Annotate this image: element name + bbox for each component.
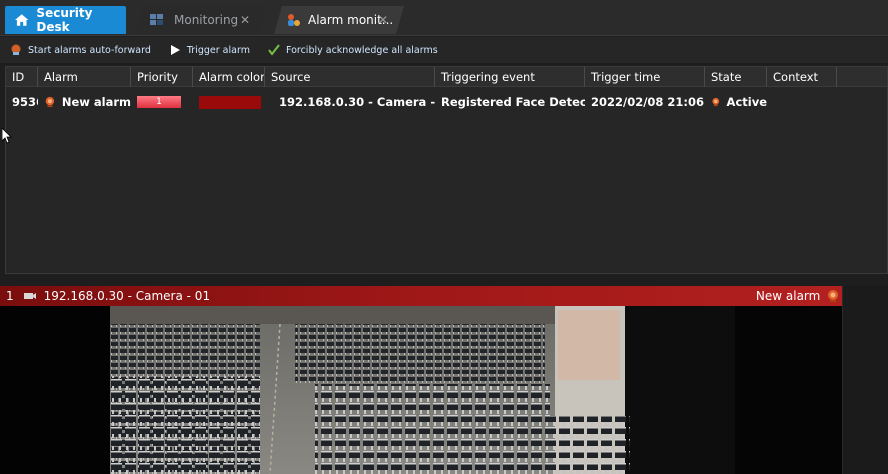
start-auto-forward-button[interactable]: Start alarms auto-forward [10, 44, 151, 56]
trigger-time: 2022/02/08 21:06:50 [591, 95, 705, 109]
video-side-panel [842, 286, 888, 474]
tab-security-desk[interactable]: Security Desk [5, 6, 126, 34]
column-header-context[interactable]: Context [767, 67, 837, 87]
video-letterbox-right [735, 306, 842, 474]
column-header-trigger-time[interactable]: Trigger time [585, 67, 705, 87]
video-letterbox-left [0, 306, 110, 474]
trigger-alarm-button[interactable]: Trigger alarm [169, 44, 250, 56]
priority-indicator: 1 [137, 96, 181, 108]
tile-alarm-name: New alarm [755, 289, 821, 303]
close-icon[interactable]: ✕ [240, 13, 250, 27]
checkmark-icon [268, 44, 280, 56]
acknowledge-all-label: Forcibly acknowledge all alarms [285, 44, 438, 56]
alarm-id: 9536 [12, 95, 38, 109]
tab-monitoring[interactable]: Monitoring ✕ [136, 6, 266, 34]
alarm-color-swatch [199, 95, 261, 109]
alarm-table: ID Alarm Priority Alarm color Source Tri… [5, 66, 888, 274]
video-tile-header: 1 192.168.0.30 - Camera - 01 New alarm 2 [0, 286, 888, 306]
tab-alarm-monitoring[interactable]: Alarm monit... ✕ [274, 6, 404, 34]
alarm-icon [45, 96, 55, 108]
alarm-toolbar: Start alarms auto-forward Trigger alarm … [0, 37, 888, 63]
home-icon [15, 14, 29, 26]
column-header-id[interactable]: ID [6, 67, 38, 87]
alarm-name-cell: New alarm [38, 95, 131, 109]
column-header-alarm[interactable]: Alarm [38, 67, 131, 87]
tile-camera-label: 1 192.168.0.30 - Camera - 01 [6, 289, 210, 303]
column-header-source[interactable]: Source [265, 67, 435, 87]
triggering-event: Registered Face Detection [441, 95, 585, 109]
alarm-name: New alarm [61, 95, 131, 109]
acknowledge-all-button[interactable]: Forcibly acknowledge all alarms [268, 44, 438, 56]
camera-feed[interactable] [110, 306, 735, 474]
auto-forward-icon [11, 44, 21, 55]
source-cell: 192.168.0.30 - Camera - 01 [265, 95, 435, 109]
tile-number: 1 [6, 289, 14, 303]
tab-label: Monitoring [174, 13, 239, 27]
source-label: 192.168.0.30 - Camera - 01 [279, 95, 435, 109]
alarm-icon [828, 290, 839, 302]
play-icon [170, 45, 180, 55]
tab-bar: Security Desk Monitoring ✕ Alarm monit..… [0, 0, 888, 36]
alarm-monitoring-icon [286, 13, 300, 27]
tab-label: Security Desk [36, 6, 93, 34]
table-header: ID Alarm Priority Alarm color Source Tri… [6, 67, 887, 87]
video-tile[interactable]: 1 192.168.0.30 - Camera - 01 New alarm 2 [0, 286, 888, 474]
state-cell: Active [705, 95, 767, 109]
monitoring-icon [150, 13, 164, 27]
camera-feed-image [110, 306, 735, 474]
mouse-cursor [2, 128, 12, 144]
state-label: Active [726, 95, 767, 109]
alarm-color-cell [193, 95, 265, 109]
close-icon[interactable]: ✕ [378, 13, 388, 27]
camera-icon [23, 293, 36, 299]
active-alarm-icon [712, 97, 720, 107]
column-header-triggering-event[interactable]: Triggering event [435, 67, 585, 87]
auto-forward-label: Start alarms auto-forward [28, 44, 151, 56]
table-row[interactable]: 9536 New alarm 1 192.168.0.30 - Camera -… [6, 91, 887, 113]
priority-cell: 1 [131, 96, 193, 108]
column-header-priority[interactable]: Priority [131, 67, 193, 87]
tile-camera-name: 192.168.0.30 - Camera - 01 [43, 289, 211, 303]
column-header-state[interactable]: State [705, 67, 767, 87]
trigger-alarm-label: Trigger alarm [186, 44, 250, 56]
tile-alarm-info: New alarm 2 [756, 289, 852, 303]
column-header-alarm-color[interactable]: Alarm color [193, 67, 265, 87]
